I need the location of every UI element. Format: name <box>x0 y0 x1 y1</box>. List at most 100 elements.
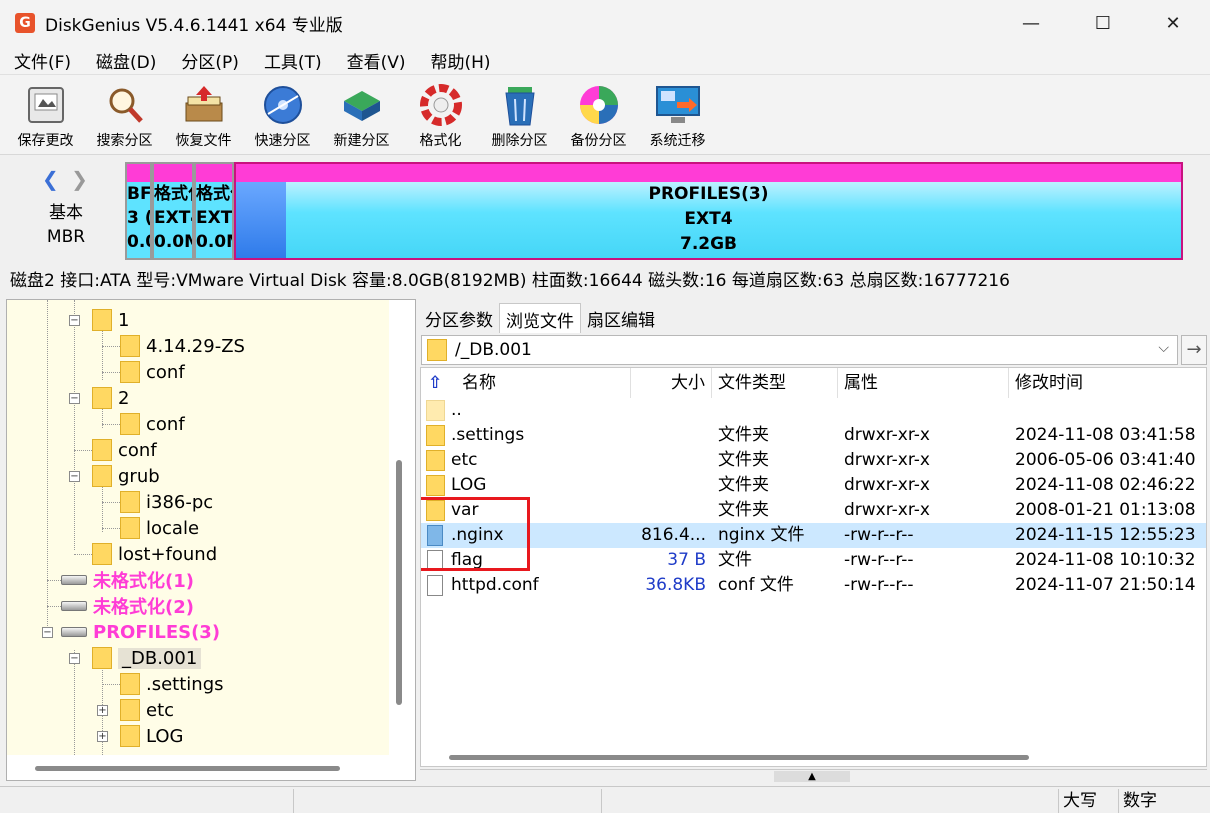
partition-label: BF3 <box>127 184 152 204</box>
sort-up-icon: ⇧ <box>428 373 443 393</box>
menu-disk[interactable]: 磁盘(D) <box>82 48 167 73</box>
quick-partition-button[interactable]: 快速分区 <box>243 75 322 155</box>
tab-browse-files[interactable]: 浏览文件 <box>499 303 581 333</box>
file-row[interactable]: .settings 文件夹 drwxr-xr-x 2024-11-08 03:4… <box>421 423 1206 448</box>
tree-vertical-scrollbar[interactable] <box>396 460 402 705</box>
menu-partition[interactable]: 分区(P) <box>167 48 250 73</box>
menu-view[interactable]: 查看(V) <box>333 48 417 73</box>
file-attr: drwxr-xr-x <box>844 500 930 520</box>
folder-icon <box>427 339 447 361</box>
go-arrow-button[interactable]: → <box>1181 335 1207 365</box>
disk-type-line2: MBR <box>46 227 86 247</box>
expand-icon[interactable]: + <box>97 705 108 716</box>
menu-file[interactable]: 文件(F) <box>0 48 82 73</box>
tree-node-lost-found[interactable]: lost+found <box>92 541 217 567</box>
tree-node-i386-pc[interactable]: i386-pc <box>120 489 213 515</box>
collapse-up-icon[interactable]: ▲ <box>774 771 850 782</box>
tree-node-etc[interactable]: etc <box>120 697 174 723</box>
minimize-button[interactable]: — <box>996 0 1066 46</box>
tree-node-label: 1 <box>118 309 130 331</box>
chevron-down-icon[interactable]: ⌵ <box>1158 340 1169 356</box>
tree-node-label: LOG <box>146 725 184 747</box>
tree-node-locale[interactable]: locale <box>120 515 199 541</box>
tree-node-settings[interactable]: .settings <box>120 671 224 697</box>
tab-partition-params[interactable]: 分区参数 <box>419 303 499 333</box>
tree-node-label: 未格式化(2) <box>93 597 194 618</box>
folder-icon <box>120 673 140 695</box>
folder-icon <box>92 387 112 409</box>
file-list-horizontal-scrollbar[interactable] <box>449 755 1029 760</box>
open-folder-icon <box>92 647 112 669</box>
status-segment <box>601 789 1058 813</box>
tree-node-2[interactable]: 2 <box>92 385 129 411</box>
column-size[interactable]: 大小 <box>631 368 712 398</box>
collapse-icon[interactable]: − <box>42 627 53 638</box>
file-name: etc <box>451 450 478 470</box>
partition-block-2[interactable]: 格式化 EXT4 0.0M <box>152 162 194 260</box>
tree-node-conf[interactable]: conf <box>120 411 185 437</box>
tab-sector-editor[interactable]: 扇区编辑 <box>581 303 661 333</box>
collapse-icon[interactable]: − <box>69 471 80 482</box>
tree-node-conf[interactable]: conf <box>120 359 185 385</box>
file-row[interactable]: LOG 文件夹 drwxr-xr-x 2024-11-08 02:46:22 <box>421 473 1206 498</box>
folder-icon <box>426 425 445 446</box>
tree-node-db-001[interactable]: _DB.001 <box>92 645 202 671</box>
tree-node-4-14-29-zs[interactable]: 4.14.29-ZS <box>120 333 245 359</box>
recover-files-button[interactable]: 恢复文件 <box>164 75 243 155</box>
file-row[interactable]: httpd.conf 36.8KB conf 文件 -rw-r--r-- 202… <box>421 573 1206 598</box>
file-row-selected[interactable]: .nginx 816.4... nginx 文件 -rw-r--r-- 2024… <box>421 523 1206 548</box>
menu-tools[interactable]: 工具(T) <box>250 48 333 73</box>
file-type: 文件夹 <box>718 475 769 495</box>
tree-node-unformatted-1[interactable]: 未格式化(1) <box>61 567 194 593</box>
partition-block-1[interactable]: BF3 3 (3 0.0( <box>125 162 152 260</box>
collapse-icon[interactable]: − <box>69 315 80 326</box>
partition-block-profiles[interactable]: PROFILES(3) EXT4 7.2GB <box>234 162 1183 260</box>
close-button[interactable]: ✕ <box>1138 0 1208 46</box>
column-attr[interactable]: 属性 <box>838 368 1009 398</box>
file-type: 文件 <box>718 550 752 570</box>
backup-partition-button[interactable]: 备份分区 <box>559 75 638 155</box>
panel-splitter[interactable]: ▲ <box>420 769 1207 783</box>
partition-block-3[interactable]: 格式化 EXT4 0.0M <box>194 162 234 260</box>
tree-node-log[interactable]: LOG <box>120 723 184 749</box>
file-mtime: 2006-05-06 03:41:40 <box>1015 450 1196 470</box>
tree-node-label: PROFILES(3) <box>93 621 221 643</box>
path-combobox[interactable]: /_DB.001 ⌵ <box>421 335 1178 365</box>
tree-node-conf[interactable]: conf <box>92 437 157 463</box>
column-type[interactable]: 文件类型 <box>712 368 838 398</box>
tree-horizontal-scrollbar[interactable] <box>35 766 340 771</box>
tree-node-label: conf <box>146 361 185 383</box>
tree-node-unformatted-2[interactable]: 未格式化(2) <box>61 593 194 619</box>
partition-size: 7.2GB <box>679 234 738 254</box>
prev-disk-icon[interactable]: ❮ <box>42 167 59 191</box>
new-partition-button[interactable]: 新建分区 <box>322 75 401 155</box>
file-row[interactable]: flag 37 B 文件 -rw-r--r-- 2024-11-08 10:10… <box>421 548 1206 573</box>
save-changes-button[interactable]: 保存更改 <box>6 75 85 155</box>
system-migration-button[interactable]: 系统迁移 <box>638 75 717 155</box>
file-name: httpd.conf <box>451 575 539 595</box>
file-browser-panel: 分区参数 浏览文件 扇区编辑 /_DB.001 ⌵ → ⇧ 名称 大小 文件类型… <box>419 299 1208 783</box>
folder-icon <box>426 475 445 496</box>
tool-label: 快速分区 <box>254 133 311 149</box>
tree-node-profiles[interactable]: PROFILES(3) <box>61 619 220 645</box>
file-attr: drwxr-xr-x <box>844 425 930 445</box>
delete-partition-button[interactable]: 删除分区 <box>480 75 559 155</box>
column-name[interactable]: ⇧ 名称 <box>421 368 631 398</box>
next-disk-icon[interactable]: ❯ <box>71 167 88 191</box>
num-lock-indicator: 数字 <box>1118 789 1180 813</box>
collapse-icon[interactable]: − <box>69 653 80 664</box>
collapse-icon[interactable]: − <box>69 393 80 404</box>
folder-icon <box>92 465 112 487</box>
format-button[interactable]: 格式化 <box>401 75 480 155</box>
app-logo-icon: G <box>15 13 35 33</box>
search-partition-button[interactable]: 搜索分区 <box>85 75 164 155</box>
expand-icon[interactable]: + <box>97 731 108 742</box>
tree-node-grub[interactable]: grub <box>92 463 160 489</box>
file-row[interactable]: .. <box>421 398 1206 423</box>
tree-node-1[interactable]: 1 <box>92 307 129 333</box>
maximize-button[interactable]: ☐ <box>1068 0 1138 46</box>
file-row[interactable]: var 文件夹 drwxr-xr-x 2008-01-21 01:13:08 <box>421 498 1206 523</box>
menu-help[interactable]: 帮助(H) <box>417 48 502 73</box>
file-row[interactable]: etc 文件夹 drwxr-xr-x 2006-05-06 03:41:40 <box>421 448 1206 473</box>
column-mtime[interactable]: 修改时间 <box>1009 368 1206 398</box>
